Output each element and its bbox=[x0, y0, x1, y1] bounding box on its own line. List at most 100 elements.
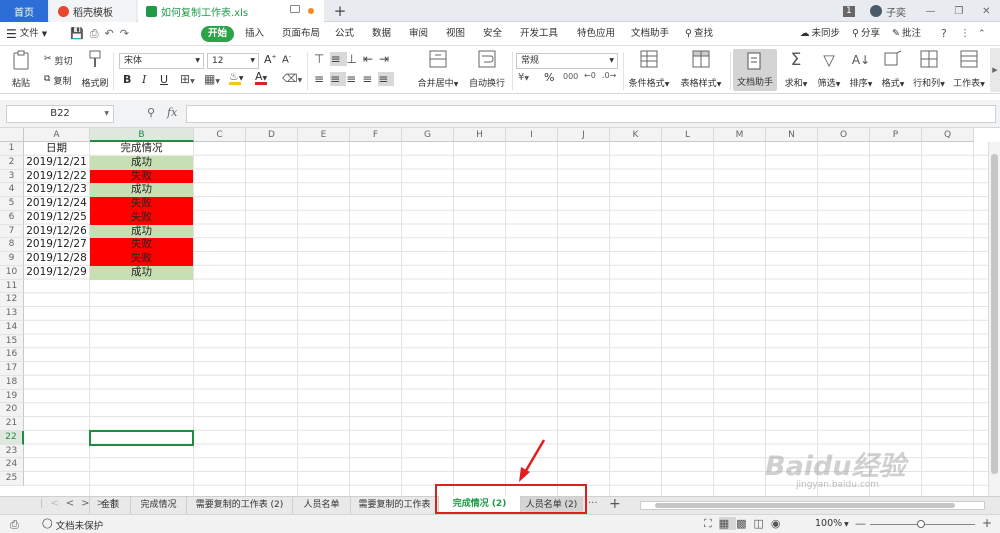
status-cell[interactable]: 失败 bbox=[90, 210, 193, 225]
thousands-separator-button[interactable]: 000 bbox=[563, 72, 578, 81]
tab-home[interactable]: 首页 bbox=[0, 0, 48, 22]
italic-button[interactable]: I bbox=[142, 73, 146, 86]
fullscreen-icon[interactable]: ⛶ bbox=[704, 517, 719, 530]
row-header-17[interactable]: 17 bbox=[0, 362, 24, 376]
wrap-text-button[interactable]: 自动换行 bbox=[466, 50, 508, 89]
ribbon-scroll-right[interactable]: ▶ bbox=[990, 48, 1000, 92]
column-header-p[interactable]: P bbox=[870, 128, 922, 142]
zoom-out-icon[interactable]: — bbox=[855, 517, 866, 530]
select-all-corner[interactable] bbox=[0, 128, 24, 142]
sheet-tab-copy-sheet[interactable]: 需要复制的工作表 bbox=[351, 497, 439, 515]
currency-icon[interactable]: ¥▼ bbox=[518, 72, 529, 83]
sheet-tab-staff-list[interactable]: 人员名单 bbox=[293, 497, 351, 515]
horizontal-align-group[interactable]: ≡≡≡≡≡ bbox=[314, 72, 395, 86]
redo-icon[interactable]: ↷ bbox=[120, 27, 135, 40]
column-header-f[interactable]: F bbox=[350, 128, 402, 142]
row-header-1[interactable]: 1 bbox=[0, 142, 24, 156]
name-box[interactable]: B22 ▼ bbox=[6, 105, 114, 123]
clear-format-icon[interactable]: ⌫▼ bbox=[282, 72, 302, 85]
menu-view[interactable]: 视图 bbox=[446, 26, 465, 42]
header-cell-date[interactable]: 日期 bbox=[24, 142, 89, 156]
underline-button[interactable]: U bbox=[160, 73, 168, 86]
search-button[interactable]: ⚲ 查找 bbox=[685, 26, 713, 42]
more-options-icon[interactable]: ⋮ bbox=[960, 26, 970, 42]
menu-data[interactable]: 数据 bbox=[372, 26, 391, 42]
menu-special-apps[interactable]: 特色应用 bbox=[577, 26, 615, 42]
menu-review[interactable]: 审阅 bbox=[409, 26, 428, 42]
column-header-q[interactable]: Q bbox=[922, 128, 974, 142]
percent-button[interactable]: % bbox=[544, 71, 554, 84]
normal-view-icon[interactable]: ▦ bbox=[718, 517, 737, 530]
menu-page-layout[interactable]: 页面布局 bbox=[282, 26, 320, 42]
header-cell-status[interactable]: 完成情况 bbox=[90, 142, 193, 156]
decrease-font-icon[interactable]: A- bbox=[282, 53, 291, 65]
comment-button[interactable]: ✎ 批注 bbox=[892, 26, 921, 42]
row-header-10[interactable]: 10 bbox=[0, 265, 24, 280]
increase-font-icon[interactable]: A+ bbox=[264, 53, 277, 66]
column-header-m[interactable]: M bbox=[714, 128, 766, 142]
menu-insert[interactable]: 插入 bbox=[245, 26, 264, 42]
zoom-in-icon[interactable]: + bbox=[982, 516, 992, 530]
menu-start[interactable]: 开始 bbox=[201, 26, 235, 42]
status-cell[interactable]: 成功 bbox=[90, 155, 193, 170]
first-sheet-icon[interactable]: |< bbox=[40, 498, 66, 509]
function-icon[interactable]: fx bbox=[167, 106, 177, 119]
paste-button[interactable]: 粘贴 bbox=[8, 50, 34, 90]
row-header-18[interactable]: 18 bbox=[0, 375, 24, 390]
sheet-tab-completion[interactable]: 完成情况 bbox=[131, 497, 187, 515]
row-header-6[interactable]: 6 bbox=[0, 210, 24, 225]
monitor-icon[interactable] bbox=[290, 5, 300, 13]
menu-developer[interactable]: 开发工具 bbox=[520, 26, 558, 42]
date-cell[interactable]: 2019/12/29 bbox=[24, 266, 89, 280]
save-icon[interactable]: 💾 bbox=[70, 27, 90, 40]
column-header-o[interactable]: O bbox=[818, 128, 870, 142]
status-cell[interactable]: 成功 bbox=[90, 265, 193, 280]
sum-button[interactable]: Σ 求和▼ bbox=[781, 50, 811, 89]
cut-button[interactable]: ✂ 剪切 bbox=[44, 54, 73, 67]
font-size-select[interactable]: 12 ▼ bbox=[207, 53, 259, 69]
format-button[interactable]: 格式▼ bbox=[878, 50, 908, 89]
date-cell[interactable]: 2019/12/21 bbox=[24, 156, 89, 170]
row-header-16[interactable]: 16 bbox=[0, 348, 24, 362]
vertical-scrollbar[interactable] bbox=[988, 142, 1000, 496]
page-layout-icon[interactable]: ▩ bbox=[736, 517, 753, 530]
column-header-b[interactable]: B bbox=[90, 128, 194, 142]
column-header-k[interactable]: K bbox=[610, 128, 662, 142]
add-sheet-button[interactable]: + bbox=[609, 496, 621, 512]
notification-badge[interactable]: 1 bbox=[843, 0, 855, 22]
merge-center-button[interactable]: 合并居中▼ bbox=[415, 50, 461, 89]
row-header-14[interactable]: 14 bbox=[0, 320, 24, 335]
row-header-2[interactable]: 2 bbox=[0, 155, 24, 170]
horizontal-scrollbar[interactable] bbox=[640, 501, 985, 510]
macro-icon[interactable]: ⎙ bbox=[10, 518, 19, 532]
row-header-23[interactable]: 23 bbox=[0, 444, 24, 459]
sheet-tab-amount[interactable]: 金额 bbox=[89, 497, 131, 515]
row-header-12[interactable]: 12 bbox=[0, 293, 24, 307]
row-header-8[interactable]: 8 bbox=[0, 238, 24, 252]
status-cell[interactable]: 失败 bbox=[90, 252, 193, 266]
collapse-ribbon-icon[interactable]: ⌃ bbox=[978, 26, 986, 42]
new-tab-button[interactable]: + bbox=[332, 0, 348, 22]
column-header-i[interactable]: I bbox=[506, 128, 558, 142]
worksheet-button[interactable]: 工作表▼ bbox=[950, 50, 988, 89]
increase-decimal-icon[interactable]: ←0 bbox=[584, 71, 596, 80]
row-header-19[interactable]: 19 bbox=[0, 389, 24, 404]
horizontal-scroll-thumb[interactable] bbox=[655, 503, 955, 508]
column-header-h[interactable]: H bbox=[454, 128, 506, 142]
tab-docer-templates[interactable]: 稻壳模板 bbox=[50, 0, 136, 22]
undo-icon[interactable]: ↶ bbox=[105, 27, 120, 40]
file-menu[interactable]: ☰ 文件 ▼ bbox=[6, 26, 47, 42]
minimize-icon[interactable]: — bbox=[925, 6, 935, 17]
row-header-21[interactable]: 21 bbox=[0, 417, 24, 431]
date-cell[interactable]: 2019/12/23 bbox=[24, 183, 89, 197]
row-header-25[interactable]: 25 bbox=[0, 472, 24, 486]
more-sheets-icon[interactable]: ··· bbox=[588, 498, 598, 509]
tab-document[interactable]: 如何复制工作表.xls bbox=[138, 0, 324, 22]
print-icon[interactable]: ⎙ bbox=[90, 27, 105, 40]
column-header-e[interactable]: E bbox=[298, 128, 350, 142]
status-cell[interactable]: 成功 bbox=[90, 183, 193, 197]
zoom-slider-thumb[interactable] bbox=[917, 520, 925, 528]
font-name-select[interactable]: 宋体 ▼ bbox=[119, 53, 204, 69]
font-color-button[interactable]: A▼ bbox=[255, 70, 267, 85]
row-header-5[interactable]: 5 bbox=[0, 197, 24, 211]
